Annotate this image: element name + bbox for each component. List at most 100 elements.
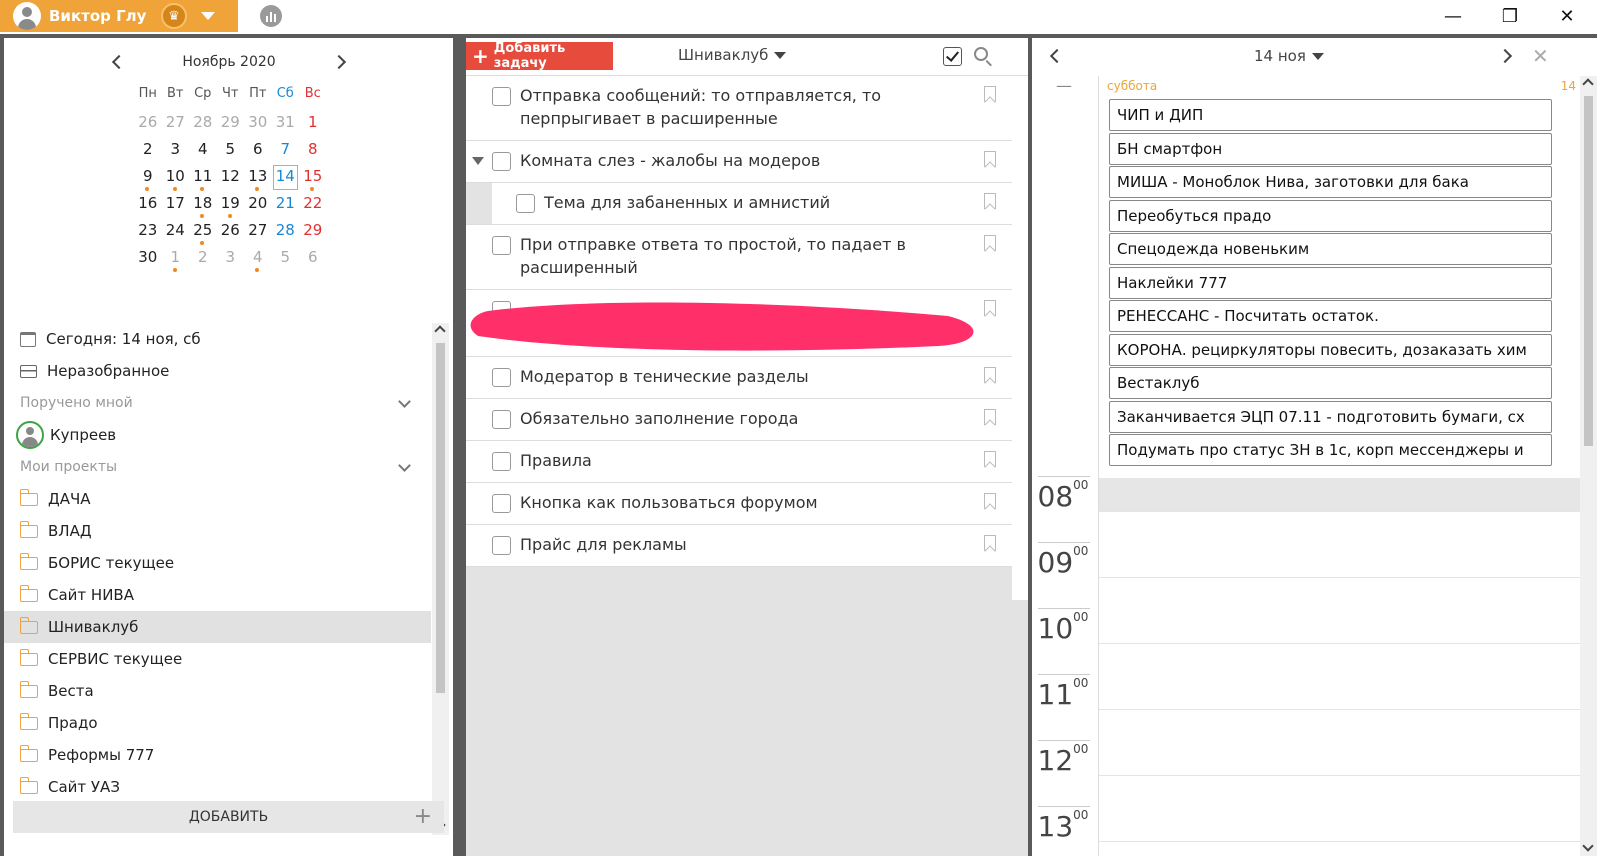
calendar-event[interactable]: Вестаклуб: [1109, 367, 1552, 399]
calendar-day[interactable]: 31: [272, 110, 300, 137]
section-assigned[interactable]: Поручено мной: [4, 387, 431, 419]
task-row[interactable]: [466, 290, 1012, 357]
task-row[interactable]: Комната слез - жалобы на модеров: [466, 141, 1012, 183]
calendar-event[interactable]: БН смартфон: [1109, 132, 1552, 165]
calendar-day[interactable]: 23: [134, 218, 162, 245]
sidebar-item-project[interactable]: Сайт НИВА: [4, 579, 431, 611]
calendar-day[interactable]: 1: [299, 110, 327, 137]
task-checkbox[interactable]: [492, 452, 511, 471]
task-checkbox[interactable]: [492, 494, 511, 513]
task-row[interactable]: Отправка сообщений: то отправляется, то …: [466, 76, 1012, 141]
calendar-day[interactable]: 13: [244, 164, 272, 191]
scroll-down-icon[interactable]: [1582, 840, 1594, 852]
bookmark-icon[interactable]: [984, 151, 996, 167]
maximize-button[interactable]: ❐: [1482, 0, 1538, 32]
chevron-down-icon[interactable]: [201, 12, 215, 20]
calendar-event[interactable]: ЧИП и ДИП: [1109, 99, 1552, 131]
day-selector[interactable]: 14 ноя: [1254, 47, 1324, 65]
bookmark-icon[interactable]: [984, 86, 996, 102]
calendar-day[interactable]: 7: [272, 137, 300, 164]
calendar-day-today[interactable]: 14: [272, 164, 300, 191]
task-row[interactable]: Прайс для рекламы: [466, 525, 1012, 567]
calendar-day[interactable]: 3: [162, 137, 190, 164]
calendar-day[interactable]: 29: [299, 218, 327, 245]
calendar-day[interactable]: 15: [299, 164, 327, 191]
bookmark-icon[interactable]: [984, 493, 996, 509]
sidebar-item-today[interactable]: Сегодня: 14 ноя, сб: [4, 323, 431, 355]
calendar-day[interactable]: 25: [189, 218, 217, 245]
calendar-event[interactable]: КОРОНА. рециркуляторы повесить, дозаказа…: [1109, 333, 1552, 366]
calendar-day[interactable]: 4: [244, 245, 272, 272]
scroll-thumb[interactable]: [1584, 96, 1593, 446]
task-row[interactable]: При отправке ответа то простой, то падае…: [466, 225, 1012, 290]
calendar-day[interactable]: 29: [217, 110, 245, 137]
task-row[interactable]: Модератор в тенические разделы: [466, 357, 1012, 399]
minimize-button[interactable]: —: [1425, 0, 1481, 32]
sidebar-item-project[interactable]: ВЛАД: [4, 515, 431, 547]
expand-icon[interactable]: [472, 157, 484, 165]
scroll-up-icon[interactable]: [434, 325, 446, 337]
calendar-day[interactable]: 17: [162, 191, 190, 218]
calendar-day[interactable]: 6: [244, 137, 272, 164]
calendar-day[interactable]: 6: [299, 245, 327, 272]
task-checkbox[interactable]: [492, 410, 511, 429]
sidebar-item-project[interactable]: Шниваклуб: [4, 611, 431, 643]
sidebar-item-project[interactable]: Прадо: [4, 707, 431, 739]
show-completed-checkbox[interactable]: [943, 47, 962, 66]
calendar-event[interactable]: РЕНЕССАНС - Посчитать остаток.: [1109, 300, 1552, 332]
day-scrollbar[interactable]: [1580, 76, 1597, 856]
task-checkbox[interactable]: [492, 236, 511, 255]
calendar-prev-month-icon[interactable]: [111, 54, 127, 70]
calendar-day[interactable]: 30: [134, 245, 162, 272]
task-row[interactable]: Обязательно заполнение города: [466, 399, 1012, 441]
user-menu-button[interactable]: Виктор Глу ♛: [0, 0, 238, 32]
add-project-button[interactable]: ДОБАВИТЬ +: [13, 801, 444, 833]
section-projects[interactable]: Мои проекты: [4, 451, 431, 483]
calendar-day[interactable]: 27: [162, 110, 190, 137]
calendar-day[interactable]: 28: [272, 218, 300, 245]
time-slot-highlight[interactable]: [1099, 478, 1581, 512]
calendar-day[interactable]: 30: [244, 110, 272, 137]
calendar-day[interactable]: 5: [217, 137, 245, 164]
calendar-day[interactable]: 22: [299, 191, 327, 218]
tasks-scrollbar[interactable]: [1012, 76, 1028, 600]
bookmark-icon[interactable]: [984, 300, 996, 316]
calendar-day[interactable]: 3: [217, 245, 245, 272]
calendar-day[interactable]: 9: [134, 164, 162, 191]
bookmark-icon[interactable]: [984, 367, 996, 383]
calendar-day[interactable]: 21: [272, 191, 300, 218]
task-checkbox[interactable]: [492, 87, 511, 106]
close-icon[interactable]: ✕: [1532, 44, 1549, 68]
calendar-day[interactable]: 16: [134, 191, 162, 218]
sidebar-item-project[interactable]: ДАЧА: [4, 483, 431, 515]
calendar-day[interactable]: 2: [134, 137, 162, 164]
task-row[interactable]: Тема для забаненных и амнистий: [466, 183, 1012, 225]
calendar-day[interactable]: 11: [189, 164, 217, 191]
calendar-day[interactable]: 19: [217, 191, 245, 218]
chevron-down-icon[interactable]: [398, 459, 411, 472]
sidebar-item-project[interactable]: Реформы 777: [4, 739, 431, 771]
calendar-day[interactable]: 5: [272, 245, 300, 272]
calendar-day[interactable]: 12: [217, 164, 245, 191]
calendar-next-month-icon[interactable]: [331, 54, 347, 70]
day-prev-icon[interactable]: [1049, 48, 1065, 64]
stats-icon[interactable]: [260, 5, 282, 27]
add-task-button[interactable]: + Добавить задачу: [466, 41, 613, 71]
calendar-event[interactable]: Переобуться прадо: [1109, 199, 1552, 232]
calendar-day[interactable]: 26: [217, 218, 245, 245]
calendar-event[interactable]: Заканчивается ЭЦП 07.11 - подготовить бу…: [1109, 400, 1552, 433]
calendar-day[interactable]: 10: [162, 164, 190, 191]
bookmark-icon[interactable]: [984, 193, 996, 209]
sidebar-scrollbar[interactable]: [432, 323, 449, 835]
calendar-day[interactable]: 18: [189, 191, 217, 218]
search-icon[interactable]: [974, 47, 988, 61]
bookmark-icon[interactable]: [984, 451, 996, 467]
calendar-day[interactable]: 26: [134, 110, 162, 137]
bookmark-icon[interactable]: [984, 235, 996, 251]
sidebar-item-project[interactable]: Сайт УАЗ: [4, 771, 431, 803]
calendar-day[interactable]: 24: [162, 218, 190, 245]
calendar-day[interactable]: 27: [244, 218, 272, 245]
scroll-thumb[interactable]: [436, 343, 445, 693]
task-checkbox[interactable]: [492, 536, 511, 555]
project-selector[interactable]: Шниваклуб: [678, 46, 787, 64]
